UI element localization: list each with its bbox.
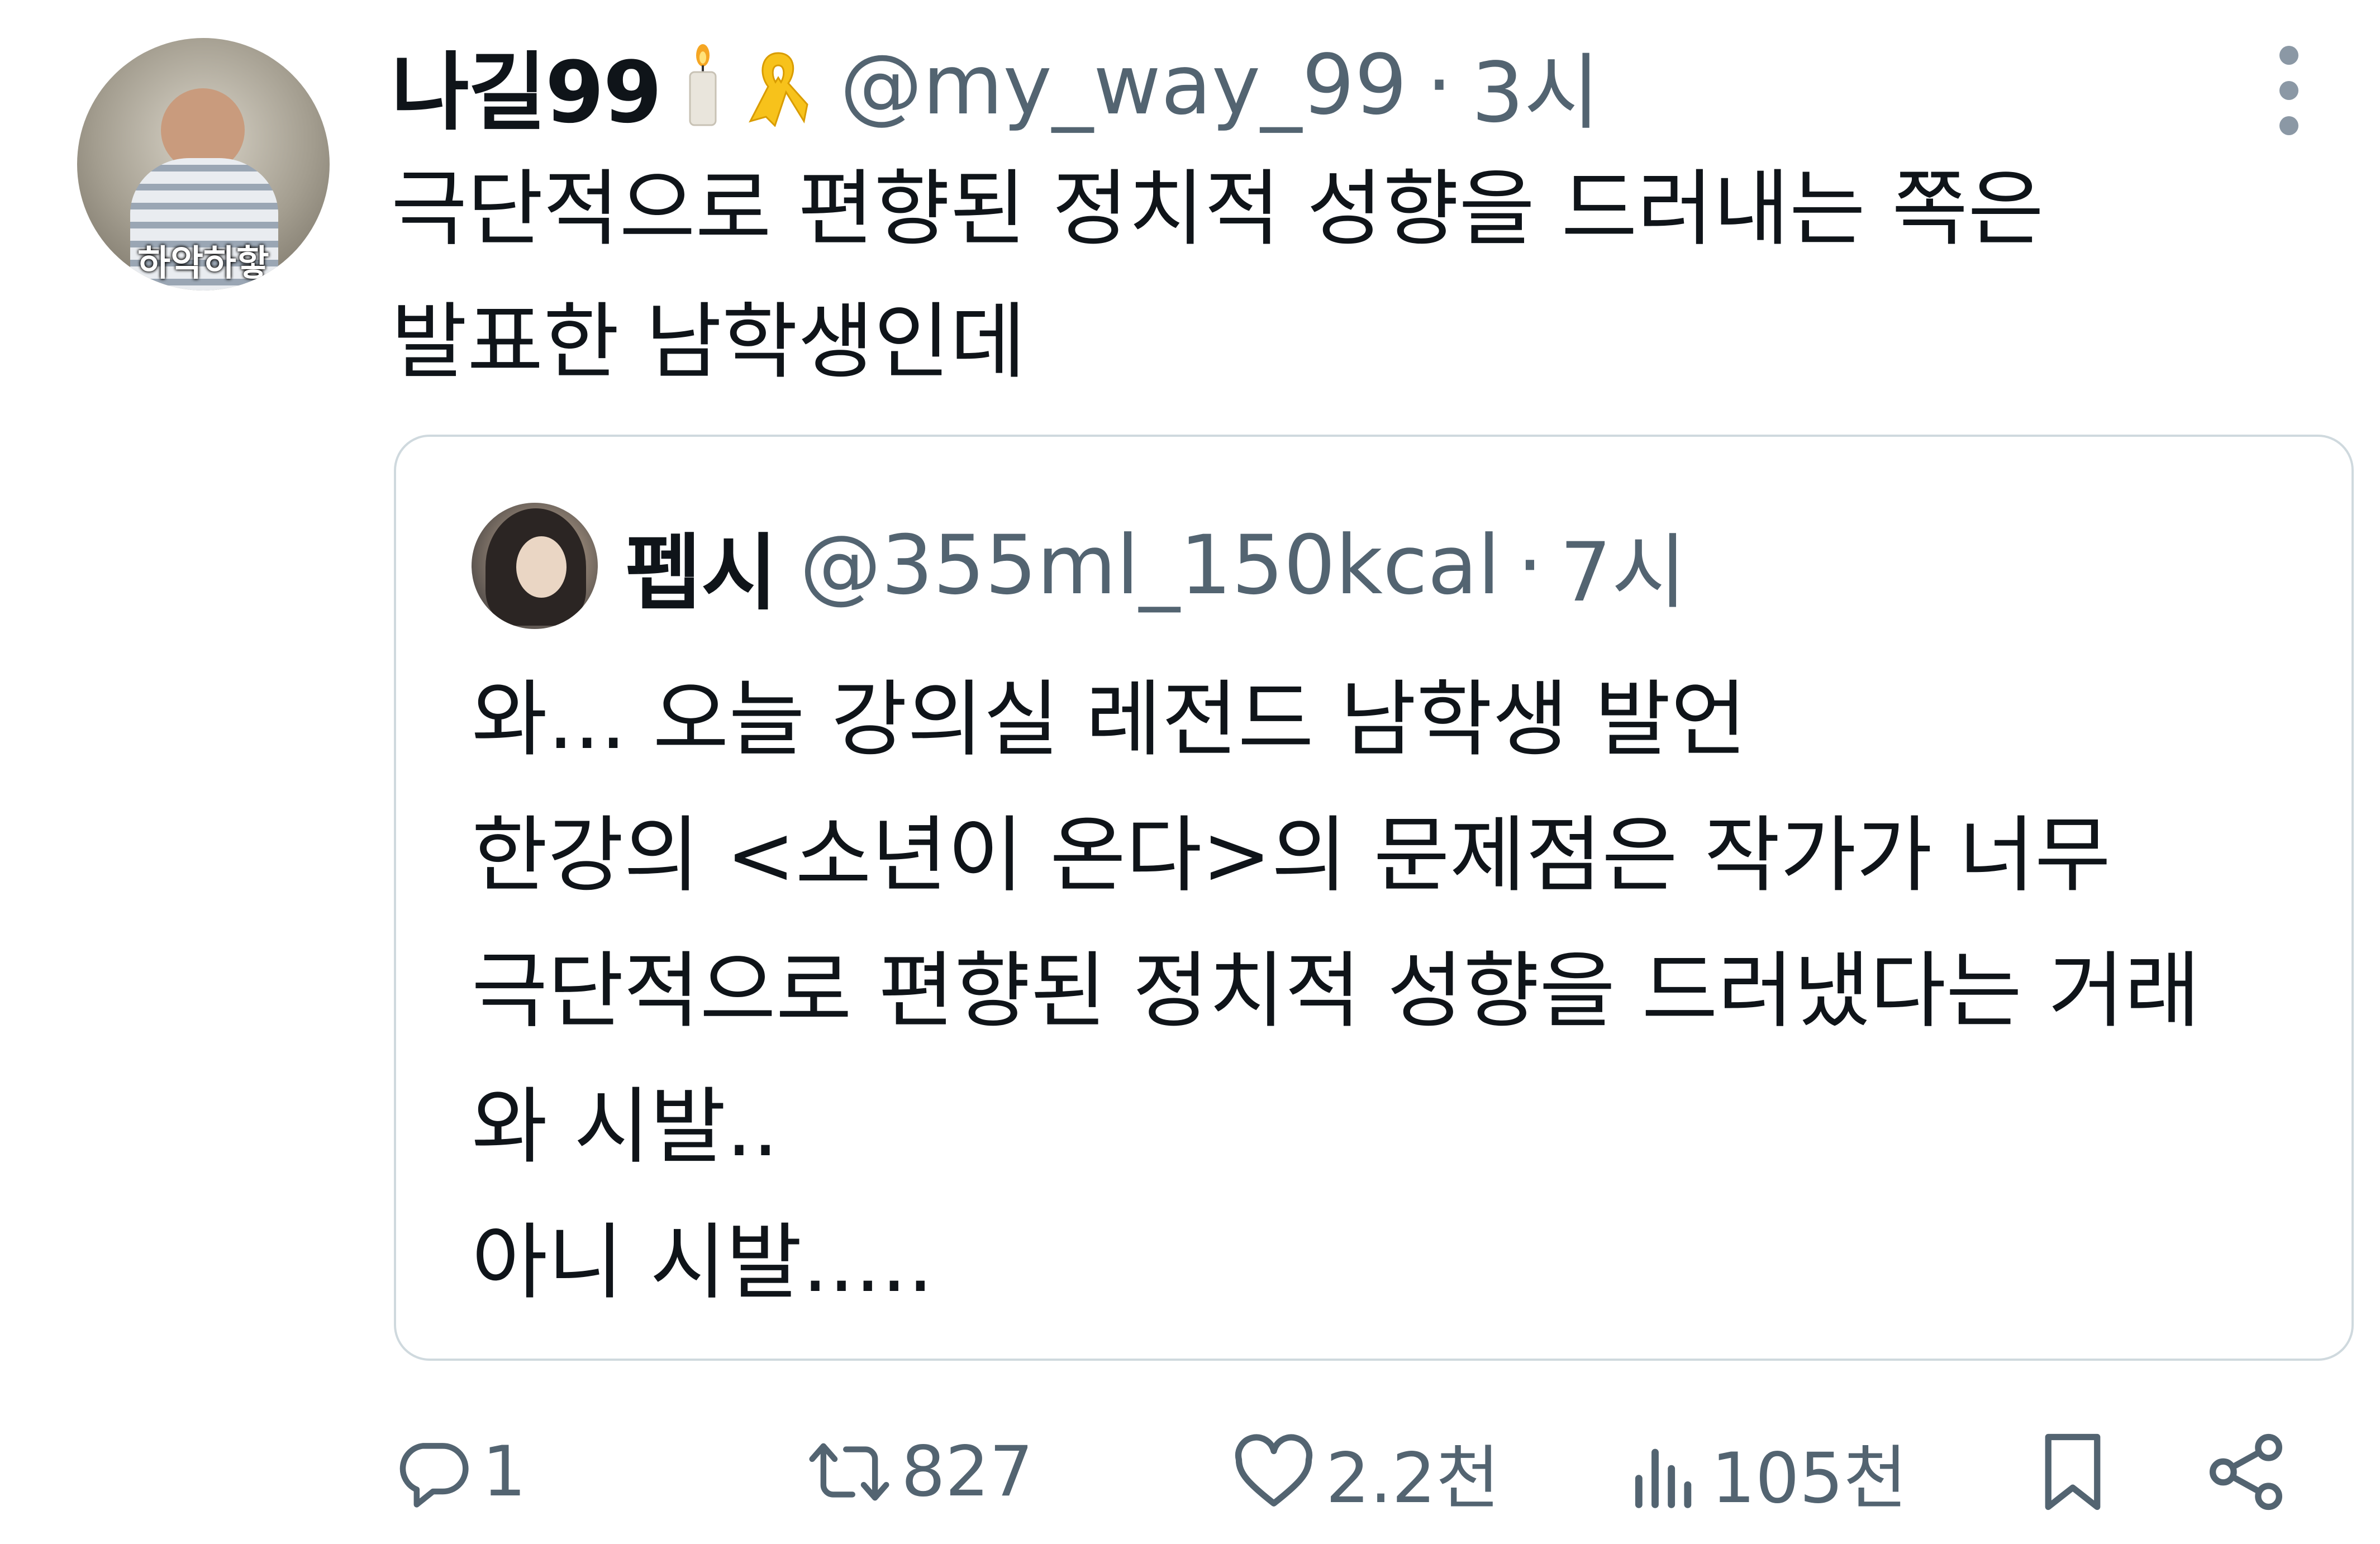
author-avatar[interactable]: 하악하핳 [77, 38, 330, 290]
author-display-name[interactable]: 나길99 [391, 23, 662, 146]
tweet[interactable]: 하악하핳 나길99 @my_way_99 · 3시 극단적으로 편향된 정치적 … [0, 0, 2380, 1544]
retweet-icon [809, 1443, 889, 1501]
quoted-tweet[interactable]: 펩시 @355ml_150kcal · 7시 와... 오늘 강의실 레전드 남… [394, 435, 2354, 1361]
bar-chart-icon [1635, 1448, 1692, 1508]
tweet-text: 극단적으로 편향된 정치적 성향을 드러내는 쪽은 발표한 남학생인데 [391, 161, 2044, 390]
header-separator: · [1426, 37, 1453, 133]
more-options-icon[interactable] [2275, 46, 2303, 135]
tweet-actions-bar: 1 827 2.2천 105천 [394, 1427, 2316, 1519]
views-button[interactable]: 105천 [1629, 1427, 1907, 1519]
share-button[interactable] [2204, 1427, 2288, 1517]
reply-button[interactable]: 1 [394, 1427, 526, 1517]
tweet-header: 나길99 @my_way_99 · 3시 [391, 35, 1600, 142]
quoted-header-separator: · [1517, 518, 1543, 613]
tweet-timestamp[interactable]: 3시 [1472, 25, 1600, 145]
quoted-avatar-face [516, 536, 567, 598]
like-button[interactable]: 2.2천 [1232, 1427, 1500, 1519]
share-icon [2210, 1433, 2282, 1510]
views-count: 105천 [1711, 1438, 1907, 1519]
quoted-tweet-text: 와... 오늘 강의실 레전드 남학생 발언 한강의 <소년이 온다>의 문제점… [472, 671, 2201, 1311]
yellow-ribbon-icon [739, 43, 817, 127]
like-count: 2.2천 [1326, 1438, 1500, 1519]
bookmark-button[interactable] [2039, 1427, 2106, 1517]
quoted-tweet-timestamp: 7시 [1559, 525, 1687, 620]
avatar-caption: 하악하핳 [137, 243, 269, 284]
author-handle[interactable]: @my_way_99 [840, 37, 1407, 133]
retweet-button[interactable]: 827 [807, 1427, 1034, 1517]
reply-icon [399, 1443, 469, 1508]
quoted-author-display-name: 펩시 [625, 525, 778, 621]
quoted-author-avatar[interactable] [472, 503, 598, 629]
quoted-author-handle: @355ml_150kcal [799, 518, 1501, 613]
retweet-count: 827 [901, 1432, 1034, 1512]
candle-icon [683, 43, 722, 127]
heart-icon [1235, 1434, 1313, 1507]
bookmark-icon [2045, 1433, 2101, 1510]
reply-count: 1 [482, 1432, 526, 1512]
quoted-tweet-header: 펩시 @355ml_150kcal · 7시 [625, 515, 1687, 621]
